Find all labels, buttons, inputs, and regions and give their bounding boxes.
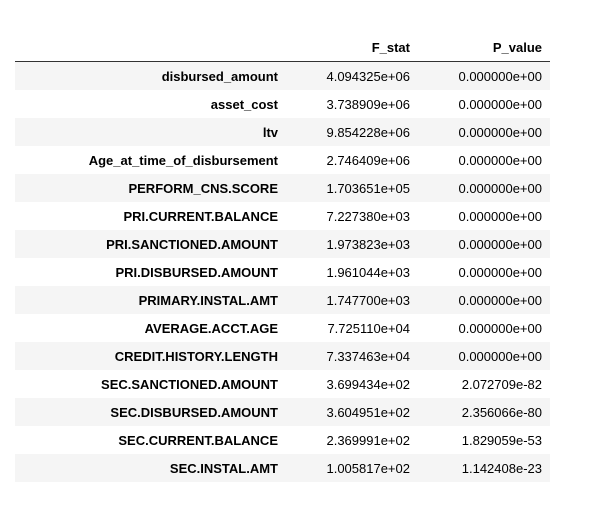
p-value-cell: 1.829059e-53 [461, 432, 542, 448]
p-value-cell: 0.000000e+00 [458, 180, 542, 196]
table-row: AVERAGE.ACCT.AGE 7.725110e+04 0.000000e+00 [15, 314, 550, 342]
f-stat-cell: 1.703651e+05 [326, 180, 410, 196]
f-stat-cell: 1.747700e+03 [326, 292, 410, 308]
p-value-cell: 0.000000e+00 [458, 208, 542, 224]
table-row: PRI.DISBURSED.AMOUNT 1.961044e+03 0.000000… [15, 258, 550, 286]
row-index-label: asset_cost [210, 96, 278, 112]
row-index-label: PRI.DISBURSED.AMOUNT [115, 264, 278, 280]
table-row: PERFORM_CNS.SCORE 1.703651e+05 0.000000e+0… [15, 174, 550, 202]
f-stat-cell: 3.699434e+02 [326, 376, 410, 392]
header-row: F_stat P_value [15, 34, 550, 62]
row-index-label: SEC.CURRENT.BALANCE [118, 432, 278, 448]
f-stat-cell: 7.725110e+04 [327, 320, 410, 336]
table-row: PRIMARY.INSTAL.AMT 1.747700e+03 0.000000e+… [15, 286, 550, 314]
column-header-f-stat: F_stat [286, 34, 418, 62]
p-value-cell: 0.000000e+00 [458, 264, 542, 280]
f-stat-cell: 7.227380e+03 [326, 208, 410, 224]
row-index-label: SEC.INSTAL.AMT [169, 460, 278, 476]
p-value-cell: 2.072709e-82 [461, 376, 542, 392]
row-index-label: AVERAGE.ACCT.AGE [144, 320, 278, 336]
f-stat-cell: 2.369991e+02 [326, 432, 410, 448]
table-row: SEC.SANCTIONED.AMOUNT 3.699434e+02 2.07270… [15, 370, 550, 398]
row-index-label: CREDIT.HISTORY.LENGTH [114, 348, 278, 364]
table-row: PRI.CURRENT.BALANCE 7.227380e+03 0.000000e… [15, 202, 550, 230]
row-index-label: PRI.SANCTIONED.AMOUNT [106, 236, 278, 252]
column-header-p-value: P_value [418, 34, 550, 62]
index-header [15, 34, 286, 62]
row-index-label: ltv [262, 124, 278, 140]
f-stat-cell: 4.094325e+06 [326, 68, 410, 84]
f-stat-cell: 3.604951e+02 [326, 404, 410, 420]
row-index-label: Age_at_time_of_disbursement [88, 152, 278, 168]
f-stat-cell: 2.746409e+06 [326, 152, 410, 168]
row-index-label: PRI.CURRENT.BALANCE [123, 208, 278, 224]
row-index-label: PERFORM_CNS.SCORE [128, 180, 278, 196]
p-value-cell: 0.000000e+00 [458, 68, 542, 84]
table-row: ltv 9.854228e+06 0.000000e+00 [15, 118, 550, 146]
table-row: SEC.CURRENT.BALANCE 2.369991e+02 1.829059e… [15, 426, 550, 454]
p-value-cell: 0.000000e+00 [458, 124, 542, 140]
p-value-cell: 0.000000e+00 [458, 96, 542, 112]
row-index-label: PRIMARY.INSTAL.AMT [138, 292, 278, 308]
f-stat-cell: 3.738909e+06 [326, 96, 410, 112]
f-stat-cell: 1.005817e+02 [326, 460, 410, 476]
f-stat-cell: 1.961044e+03 [326, 264, 410, 280]
table-body: disbursed_amount 4.094325e+06 0.000000e+00… [15, 61, 550, 482]
p-value-cell: 0.000000e+00 [458, 236, 542, 252]
f-stat-cell: 9.854228e+06 [326, 124, 410, 140]
row-index-label: disbursed_amount [161, 68, 278, 84]
table-row: CREDIT.HISTORY.LENGTH 7.337463e+04 0.00000… [15, 342, 550, 370]
p-value-cell: 0.000000e+00 [458, 292, 542, 308]
f-stat-cell: 7.337463e+04 [326, 348, 410, 364]
row-index-label: SEC.DISBURSED.AMOUNT [110, 404, 278, 420]
table-row: disbursed_amount 4.094325e+06 0.000000e+00 [15, 61, 550, 90]
p-value-cell: 0.000000e+00 [458, 320, 542, 336]
table-row: SEC.INSTAL.AMT 1.005817e+02 1.142408e-23 [15, 454, 550, 482]
table-row: Age_at_time_of_disbursement 2.746409e+06 0… [15, 146, 550, 174]
p-value-cell: 1.142408e-23 [461, 460, 542, 476]
row-index-label: SEC.SANCTIONED.AMOUNT [101, 376, 278, 392]
p-value-cell: 0.000000e+00 [458, 152, 542, 168]
table-row: PRI.SANCTIONED.AMOUNT 1.973823e+03 0.00000… [15, 230, 550, 258]
f-stat-cell: 1.973823e+03 [326, 236, 410, 252]
table-row: asset_cost 3.738909e+06 0.000000e+00 [15, 90, 550, 118]
p-value-cell: 2.356066e-80 [461, 404, 542, 420]
p-value-cell: 0.000000e+00 [458, 348, 542, 364]
dataframe-table: F_stat P_value disbursed_amount 4.094325e… [15, 34, 550, 482]
table-row: SEC.DISBURSED.AMOUNT 3.604951e+02 2.356066… [15, 398, 550, 426]
